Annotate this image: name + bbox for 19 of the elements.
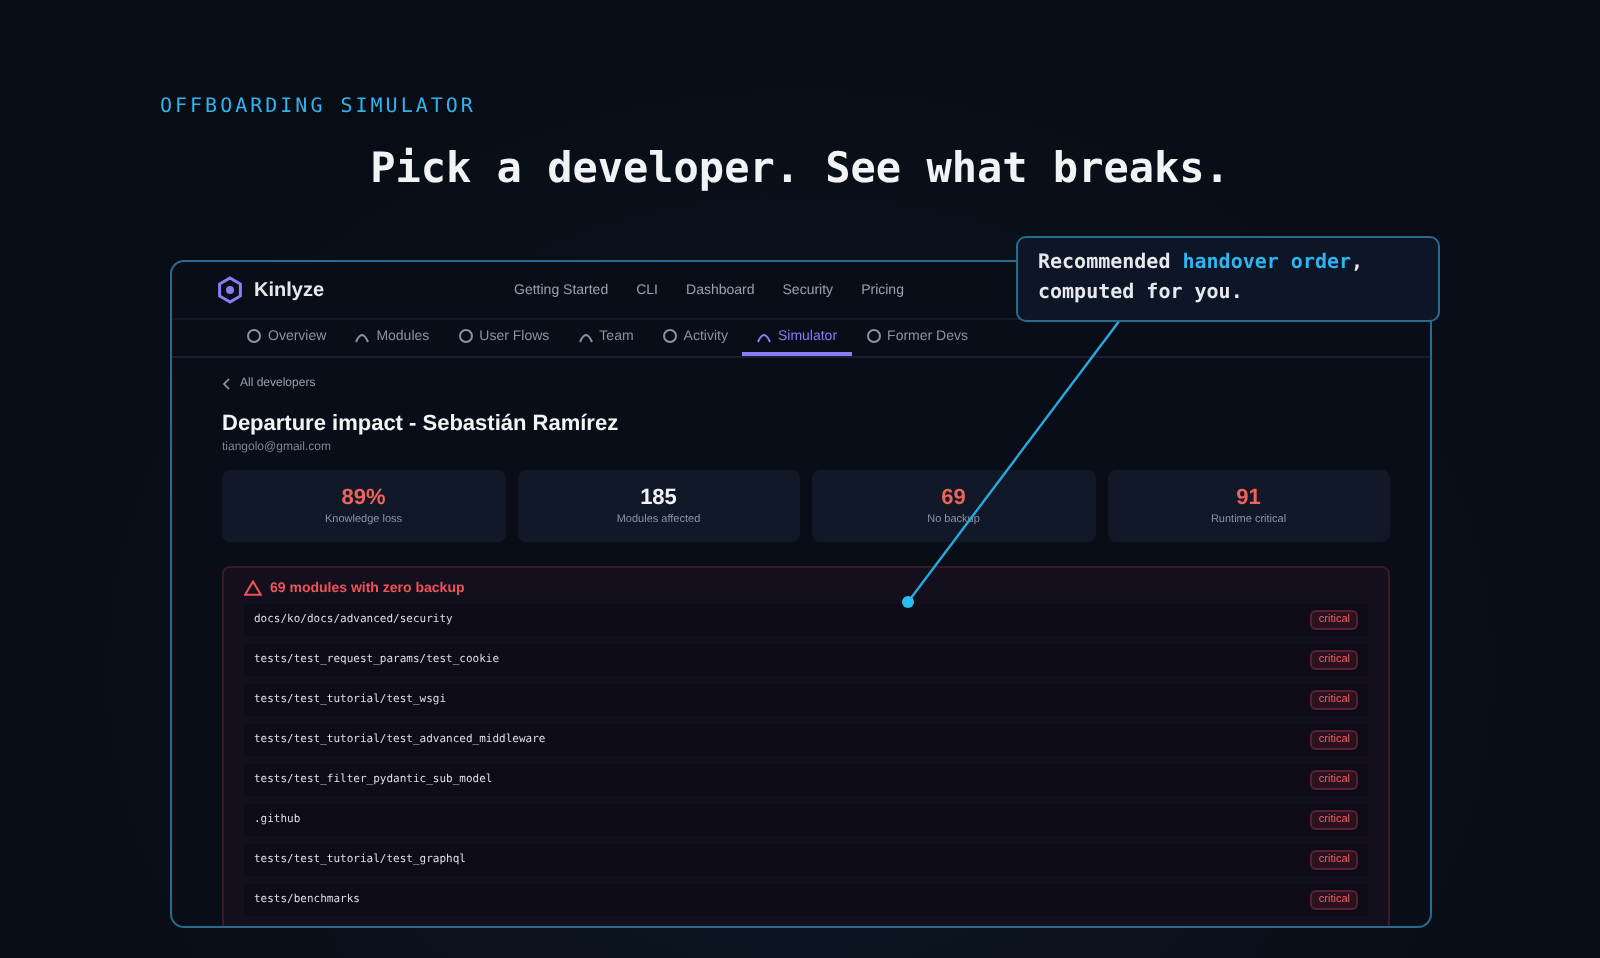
callout-text: Recommended handover order, computed for you. [1016,236,1440,322]
stat-value: 69 [941,486,966,510]
tab-icon [457,328,474,344]
eyebrow-label: OFFBOARDING SIMULATOR [160,96,476,118]
tab-icon [865,328,882,344]
stat-value: 185 [640,486,677,510]
tab-icon [354,328,371,344]
tab-icon [755,328,772,344]
stat-value: 91 [1236,486,1261,510]
tab-icon [246,328,262,344]
tab-icon [577,328,594,344]
warning-icon [244,580,262,596]
headline: Pick a developer. See what breaks. [368,144,1232,192]
tab-icon [661,328,678,344]
stat-value: 89% [341,486,386,510]
chevron-left-icon [222,378,230,390]
brand-name: Kinlyze [254,279,325,301]
hexagon-logo-icon [216,276,244,304]
page-title: Departure impact - Sebastián Ramírez [222,412,621,436]
